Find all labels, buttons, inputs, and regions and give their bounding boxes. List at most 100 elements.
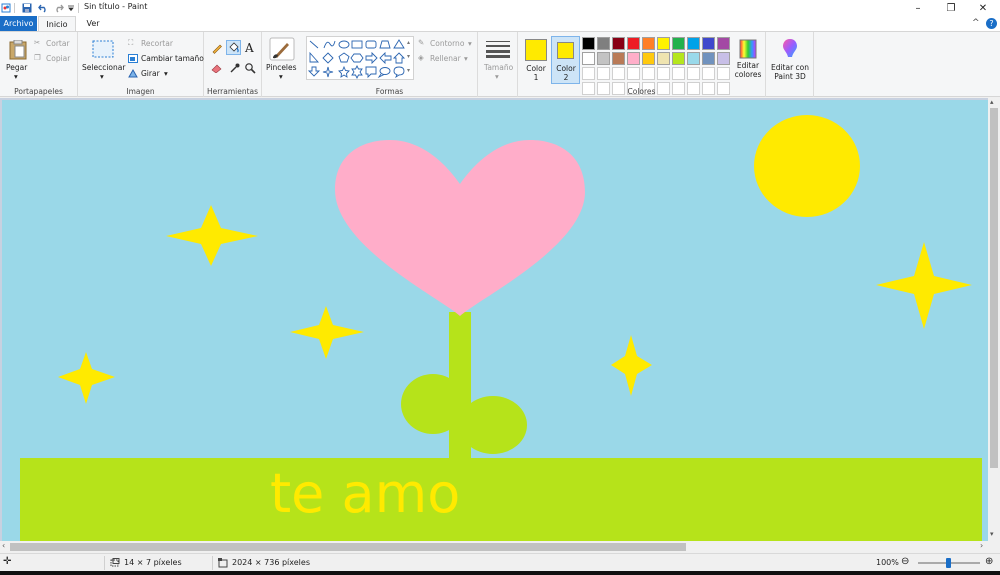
brushes-button[interactable]: Pinceles ▾ — [262, 32, 302, 97]
group-tools: A Herramientas — [204, 32, 262, 97]
rotate-label: Girar — [141, 69, 160, 78]
crop-button[interactable]: ⛶ Recortar — [128, 38, 200, 50]
customize-quick-access-icon[interactable] — [66, 2, 76, 14]
shapes-more-icon[interactable]: ▾ — [407, 67, 410, 74]
shapes-group-label: Formas — [375, 87, 404, 96]
zoom-in-icon[interactable]: ⊕ — [985, 556, 993, 567]
palette-swatch[interactable] — [687, 37, 700, 50]
shapes-gallery[interactable] — [306, 36, 414, 80]
palette-swatch[interactable] — [702, 37, 715, 50]
color1-button[interactable]: Color 1 — [522, 36, 550, 84]
horizontal-scrollbar[interactable]: ‹ › — [0, 541, 1000, 553]
paste-button[interactable]: Pegar ▾ — [4, 36, 32, 82]
palette-swatch[interactable] — [687, 52, 700, 65]
selection-size-text: 14 × 7 píxeles — [124, 558, 182, 567]
drawing-canvas[interactable]: te amo — [0, 98, 988, 541]
palette-swatch[interactable] — [642, 37, 655, 50]
palette-swatch[interactable] — [612, 52, 625, 65]
palette-swatch[interactable] — [672, 67, 685, 80]
edit-colors-button[interactable]: Editar colores — [732, 36, 764, 84]
palette-swatch[interactable] — [657, 52, 670, 65]
palette-swatch[interactable] — [627, 67, 640, 80]
palette-swatch[interactable] — [582, 67, 595, 80]
scroll-up-icon[interactable]: ▴ — [990, 98, 994, 106]
palette-swatch[interactable] — [612, 67, 625, 80]
vertical-scrollbar[interactable]: ▴ ▾ — [988, 98, 1000, 541]
color2-label: Color 2 — [556, 64, 576, 82]
palette-swatch[interactable] — [597, 52, 610, 65]
paste-dropdown-icon: ▾ — [14, 72, 18, 81]
size-button[interactable]: Tamaño ▾ — [478, 32, 518, 97]
palette-swatch[interactable] — [672, 37, 685, 50]
zoom-slider-track[interactable] — [918, 558, 980, 568]
tab-file[interactable]: Archivo — [0, 16, 37, 31]
scroll-right-icon[interactable]: › — [980, 541, 983, 550]
undo-icon[interactable] — [36, 2, 49, 14]
palette-swatch[interactable] — [717, 67, 730, 80]
scroll-left-icon[interactable]: ‹ — [2, 541, 5, 550]
palette-swatch[interactable] — [672, 52, 685, 65]
brushes-label: Pinceles — [266, 63, 297, 72]
fill-button[interactable]: ◈ Rellenar ▾ — [418, 53, 476, 65]
edit-paint3d-button[interactable]: Editar con Paint 3D — [766, 32, 814, 97]
outline-button[interactable]: ✎ Contorno ▾ — [418, 38, 476, 50]
close-button[interactable]: ✕ — [967, 0, 999, 16]
copy-label: Copiar — [46, 54, 71, 63]
group-colors: Color 1 Color 2 Editar colores Colores — [518, 32, 766, 97]
eraser-icon[interactable] — [211, 63, 223, 73]
palette-swatch[interactable] — [642, 67, 655, 80]
color-picker-icon[interactable] — [229, 62, 241, 74]
palette-swatch[interactable] — [717, 37, 730, 50]
text-tool-icon[interactable]: A — [245, 41, 254, 55]
fill-bucket-icon — [229, 42, 239, 53]
copy-button[interactable]: ❐ Copiar — [34, 53, 76, 65]
restore-button[interactable]: ❐ — [935, 0, 967, 16]
minimize-button[interactable]: – — [902, 0, 934, 16]
pencil-icon[interactable] — [211, 42, 223, 54]
palette-swatch[interactable] — [597, 37, 610, 50]
palette-swatch[interactable] — [597, 67, 610, 80]
tools-group-label: Herramientas — [206, 87, 259, 96]
tab-view[interactable]: Ver — [80, 16, 106, 31]
palette-swatch[interactable] — [687, 67, 700, 80]
zoom-slider-thumb[interactable] — [946, 558, 951, 568]
palette-swatch[interactable] — [702, 67, 715, 80]
vertical-scroll-thumb[interactable] — [990, 108, 998, 468]
palette-swatch[interactable] — [642, 52, 655, 65]
palette-swatch[interactable] — [612, 37, 625, 50]
tab-home[interactable]: Inicio — [38, 16, 76, 31]
select-button[interactable]: Seleccionar ▾ — [82, 36, 125, 82]
brush-icon — [269, 37, 295, 61]
cut-button[interactable]: ✂ Cortar — [34, 38, 76, 50]
shapes-scroll-down-icon[interactable]: ▾ — [407, 53, 410, 60]
color2-button[interactable]: Color 2 — [551, 36, 580, 84]
palette-swatch[interactable] — [657, 67, 670, 80]
redo-icon[interactable] — [52, 2, 65, 14]
scroll-down-icon[interactable]: ▾ — [990, 530, 994, 538]
save-icon[interactable] — [20, 2, 33, 14]
paint-app-icon[interactable] — [0, 2, 12, 14]
palette-swatch[interactable] — [627, 52, 640, 65]
help-icon[interactable]: ? — [986, 18, 997, 29]
resize-button[interactable]: Cambiar tamaño — [128, 53, 204, 65]
cut-icon: ✂ — [34, 38, 41, 47]
ribbon: Pegar ▾ ✂ Cortar ❐ Copiar Portapapeles S… — [0, 31, 1000, 97]
rotate-button[interactable]: Girar ▾ — [128, 68, 178, 80]
clipboard-group-label: Portapapeles — [14, 87, 63, 96]
horizontal-scroll-thumb[interactable] — [10, 543, 686, 551]
palette-swatch[interactable] — [717, 52, 730, 65]
zoom-out-icon[interactable]: ⊖ — [901, 556, 909, 567]
shapes-scroll-up-icon[interactable]: ▴ — [407, 39, 410, 46]
magnifier-icon[interactable] — [244, 62, 256, 74]
palette-swatch[interactable] — [582, 52, 595, 65]
palette-swatch[interactable] — [657, 37, 670, 50]
fill-tool-button[interactable] — [226, 40, 241, 55]
collapse-ribbon-icon[interactable]: ^ — [972, 18, 980, 28]
ribbon-tabs: Archivo Inicio Ver ^ ? — [0, 16, 1000, 31]
crop-label: Recortar — [141, 39, 173, 48]
colors-group-label: Colores — [627, 87, 656, 96]
palette-swatch[interactable] — [582, 37, 595, 50]
palette-swatch[interactable] — [627, 37, 640, 50]
palette-swatch[interactable] — [702, 52, 715, 65]
color1-swatch — [525, 39, 547, 61]
